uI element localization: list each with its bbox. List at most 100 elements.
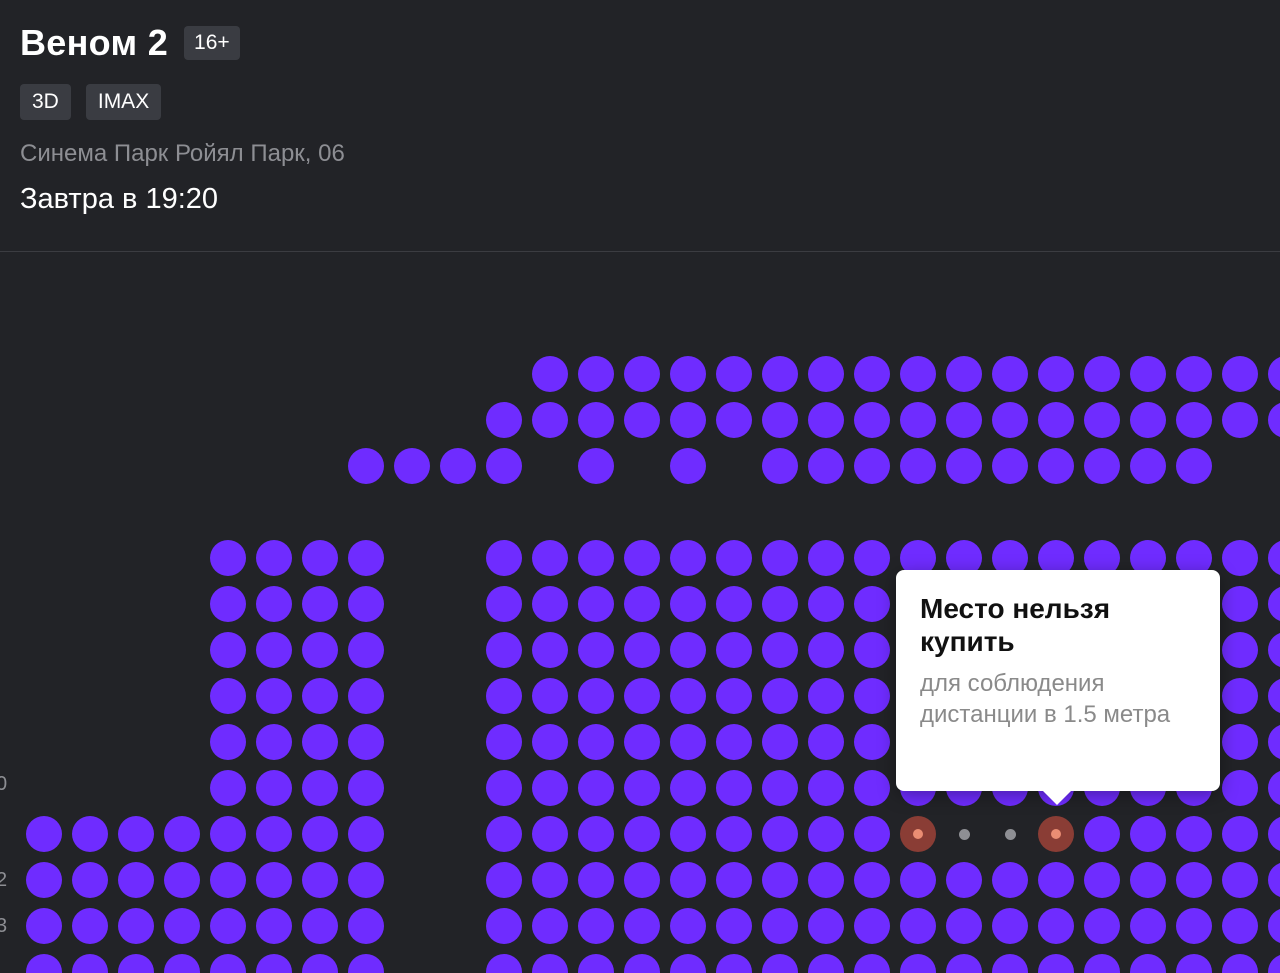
seat-available[interactable]: [1268, 356, 1280, 392]
seat-available[interactable]: [946, 356, 982, 392]
seat-available[interactable]: [624, 586, 660, 622]
seat-available[interactable]: [946, 448, 982, 484]
seat-available[interactable]: [256, 586, 292, 622]
seat-available[interactable]: [486, 632, 522, 668]
seat-available[interactable]: [72, 862, 108, 898]
seat-available[interactable]: [256, 954, 292, 973]
seat-available[interactable]: [808, 632, 844, 668]
seat-available[interactable]: [762, 448, 798, 484]
seat-available[interactable]: [256, 540, 292, 576]
seat-available[interactable]: [1268, 678, 1280, 714]
seat-available[interactable]: [486, 816, 522, 852]
seat-available[interactable]: [1130, 816, 1166, 852]
seat-available[interactable]: [1084, 862, 1120, 898]
seat-available[interactable]: [302, 954, 338, 973]
seat-available[interactable]: [762, 862, 798, 898]
seat-available[interactable]: [1038, 954, 1074, 973]
seat-available[interactable]: [72, 908, 108, 944]
seat-available[interactable]: [1084, 402, 1120, 438]
seat-available[interactable]: [348, 816, 384, 852]
seat-available[interactable]: [1130, 862, 1166, 898]
seat-available[interactable]: [900, 908, 936, 944]
seat-available[interactable]: [348, 770, 384, 806]
seat-available[interactable]: [302, 862, 338, 898]
seat-available[interactable]: [302, 908, 338, 944]
seat-available[interactable]: [578, 540, 614, 576]
seat-available[interactable]: [716, 678, 752, 714]
seat-available[interactable]: [1038, 862, 1074, 898]
seat-available[interactable]: [302, 816, 338, 852]
seat-available[interactable]: [992, 356, 1028, 392]
seat-available[interactable]: [1176, 816, 1212, 852]
seat-available[interactable]: [348, 724, 384, 760]
seat-available[interactable]: [164, 954, 200, 973]
seat-available[interactable]: [808, 356, 844, 392]
seat-available[interactable]: [992, 954, 1028, 973]
seat-available[interactable]: [716, 862, 752, 898]
seat-available[interactable]: [808, 724, 844, 760]
seat-available[interactable]: [670, 724, 706, 760]
seat-available[interactable]: [1084, 356, 1120, 392]
seat-available[interactable]: [578, 908, 614, 944]
seat-available[interactable]: [1176, 862, 1212, 898]
seat-available[interactable]: [256, 770, 292, 806]
seat-available[interactable]: [1084, 448, 1120, 484]
seat-available[interactable]: [716, 954, 752, 973]
seat-available[interactable]: [1268, 908, 1280, 944]
seat-available[interactable]: [762, 402, 798, 438]
seat-available[interactable]: [486, 678, 522, 714]
seat-available[interactable]: [716, 632, 752, 668]
seat-available[interactable]: [1268, 954, 1280, 973]
seat-available[interactable]: [210, 954, 246, 973]
seat-available[interactable]: [808, 586, 844, 622]
seat-available[interactable]: [808, 954, 844, 973]
seat-available[interactable]: [854, 908, 890, 944]
seat-available[interactable]: [624, 540, 660, 576]
seat-available[interactable]: [670, 356, 706, 392]
seat-available[interactable]: [210, 816, 246, 852]
seat-available[interactable]: [854, 586, 890, 622]
seat-available[interactable]: [762, 632, 798, 668]
seat-available[interactable]: [256, 862, 292, 898]
seat-available[interactable]: [1130, 954, 1166, 973]
seat-available[interactable]: [854, 724, 890, 760]
seat-available[interactable]: [762, 954, 798, 973]
seat-available[interactable]: [26, 954, 62, 973]
seat-available[interactable]: [670, 540, 706, 576]
seat-available[interactable]: [1176, 356, 1212, 392]
seat-available[interactable]: [1038, 356, 1074, 392]
seat-available[interactable]: [256, 908, 292, 944]
seat-available[interactable]: [1222, 908, 1258, 944]
seat-available[interactable]: [808, 908, 844, 944]
seat-available[interactable]: [578, 586, 614, 622]
seat-available[interactable]: [624, 402, 660, 438]
seat-available[interactable]: [302, 724, 338, 760]
seat-available[interactable]: [946, 908, 982, 944]
seat-available[interactable]: [532, 586, 568, 622]
seat-available[interactable]: [578, 770, 614, 806]
seat-available[interactable]: [532, 770, 568, 806]
seat-available[interactable]: [946, 402, 982, 438]
seat-available[interactable]: [670, 448, 706, 484]
seat-available[interactable]: [716, 908, 752, 944]
seat-available[interactable]: [992, 402, 1028, 438]
seat-available[interactable]: [854, 816, 890, 852]
seat-available[interactable]: [486, 540, 522, 576]
seat-available[interactable]: [992, 448, 1028, 484]
seat-available[interactable]: [256, 816, 292, 852]
seat-available[interactable]: [348, 586, 384, 622]
seat-available[interactable]: [670, 954, 706, 973]
seat-available[interactable]: [762, 816, 798, 852]
seat-available[interactable]: [486, 770, 522, 806]
seat-available[interactable]: [1222, 540, 1258, 576]
seat-available[interactable]: [1268, 862, 1280, 898]
seat-available[interactable]: [1176, 448, 1212, 484]
seat-available[interactable]: [670, 402, 706, 438]
seat-available[interactable]: [624, 770, 660, 806]
seat-available[interactable]: [762, 356, 798, 392]
seat-available[interactable]: [670, 908, 706, 944]
seat-available[interactable]: [1268, 816, 1280, 852]
seat-available[interactable]: [1222, 770, 1258, 806]
seat-available[interactable]: [808, 816, 844, 852]
seat-available[interactable]: [578, 402, 614, 438]
